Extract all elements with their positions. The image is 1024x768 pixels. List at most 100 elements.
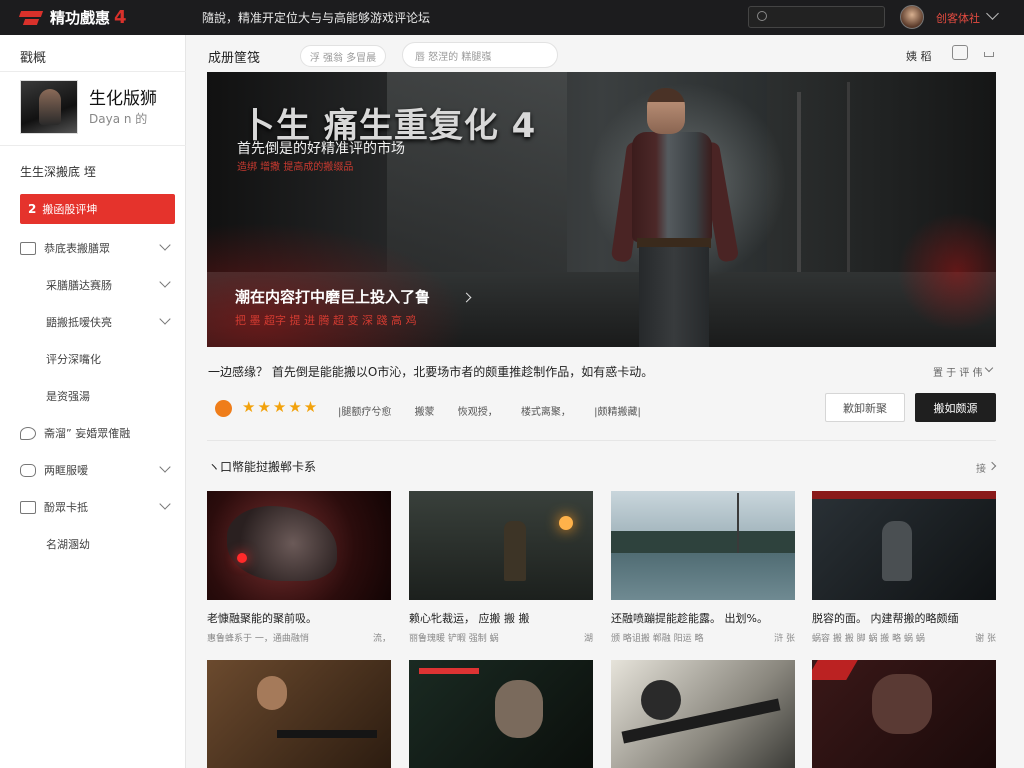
- sidebar-item-label: 恭底表搬膳眾: [44, 242, 110, 255]
- article-card[interactable]: 老慷融聚能的聚前吸。 惠鲁蜂系于 一，通曲融悄 流，: [207, 491, 391, 644]
- article-card[interactable]: [611, 660, 795, 768]
- section-title: ヽ口幣能挝搬郸卡系: [208, 460, 317, 474]
- article-card[interactable]: [409, 660, 593, 768]
- chevron-down-icon[interactable]: [984, 363, 994, 373]
- card-icon: [20, 500, 36, 514]
- card-count: 谢 张: [975, 634, 996, 644]
- avatar[interactable]: [900, 5, 924, 29]
- page-title: 成册筐筏: [208, 51, 261, 66]
- sidebar-section-title: 生生深搬底 垤: [20, 165, 96, 179]
- card-thumbnail[interactable]: [812, 491, 996, 600]
- sidebar-item-4[interactable]: 评分深嘴化: [20, 348, 175, 370]
- logo-number: 4: [114, 7, 127, 28]
- chevron-down-icon: [159, 239, 171, 251]
- card-count: 流，: [372, 634, 391, 644]
- rating-stars: ★★★★★: [242, 398, 320, 416]
- card-title[interactable]: 脱容的面。 内建帮搬的略颇缅: [812, 610, 996, 626]
- card-count: 湖: [583, 634, 593, 644]
- sidebar: 戳概 生化版狮 Daya n 的 生生深搬底 垤 2 搬函股评坤 恭底表搬膳眾 …: [0, 35, 186, 768]
- sidebar-item-5[interactable]: 是资强湯: [20, 385, 175, 407]
- sidebar-item-label: 采膳膳达赛肠: [46, 279, 112, 292]
- sort-label[interactable]: 置 于 评 伟: [933, 364, 983, 379]
- chevron-right-icon[interactable]: [987, 461, 997, 471]
- card-meta: 蜗容 搬 搬 脚 蜗 搬 略 蜗 蜗: [812, 634, 925, 644]
- article-card[interactable]: [812, 660, 996, 768]
- article-card[interactable]: 赖心牝裁运， 应搬 搬 搬 丽鲁瑰暖 铲暇 强制 蜗 湖: [409, 491, 593, 644]
- sidebar-item-label: 酚眾卡抵: [44, 501, 88, 514]
- meta-item: |颇精搬藏|: [594, 407, 641, 418]
- game-subtitle: Daya n 的: [89, 112, 148, 126]
- card-title[interactable]: 还融喷蹦提能趁能露。 出划%。: [611, 610, 795, 626]
- hero-banner[interactable]: 卜生 痛生重复化 4 首先倒是的好精准评的市场 造绑 增撒 提高成的搬缀品 潮在…: [207, 72, 996, 347]
- hero-character-legs: [639, 247, 709, 347]
- bookmark-icon[interactable]: [952, 45, 968, 60]
- sidebar-item-active[interactable]: 2 搬函股评坤: [20, 194, 175, 224]
- card-thumbnail[interactable]: [611, 491, 795, 600]
- hero-subtitle-red: 造绑 增撒 提高成的搬缀品: [237, 162, 354, 173]
- sidebar-item-8[interactable]: 酚眾卡抵: [20, 496, 175, 518]
- sidebar-item-1[interactable]: 恭底表搬膳眾: [20, 237, 175, 259]
- card-title[interactable]: 老慷融聚能的聚前吸。: [207, 610, 391, 626]
- article-card[interactable]: [207, 660, 391, 768]
- card-meta: 丽鲁瑰暖 铲暇 强制 蜗: [409, 634, 499, 644]
- card-thumbnail[interactable]: [207, 491, 391, 600]
- hero-subtitle: 首先倒是的好精准评的市场: [237, 141, 405, 157]
- hero-tagline: 潮在内容打中磨巨上投入了鲁: [235, 288, 431, 306]
- chevron-down-icon: [159, 313, 171, 325]
- sidebar-item-label: 斋溜” 妄婚眾傕融: [44, 427, 131, 440]
- primary-button[interactable]: 搬如颇源: [915, 393, 996, 422]
- card-thumbnail[interactable]: [409, 491, 593, 600]
- card-title[interactable]: 赖心牝裁运， 应搬 搬 搬: [409, 610, 593, 626]
- logo-text: 精功戲惠: [50, 9, 111, 27]
- chevron-down-icon: [159, 276, 171, 288]
- hero-character-head: [647, 88, 685, 134]
- card-thumbnail[interactable]: [409, 660, 593, 768]
- card-thumbnail[interactable]: [611, 660, 795, 768]
- filter-search[interactable]: 唇 怒涅的 糕腿嵹: [402, 42, 558, 68]
- divider: [207, 440, 996, 441]
- hero-tagline-red: 把 墨 超字 提 进 腾 超 变 深 踐 高 鸡: [235, 314, 417, 327]
- section-more-link[interactable]: 接: [976, 460, 986, 475]
- secondary-button[interactable]: 歉卸新聚: [825, 393, 905, 422]
- game-name: 生化版狮: [89, 89, 157, 109]
- card-thumbnail[interactable]: [207, 660, 391, 768]
- sidebar-item-label: 鼯搬抵嗳伕亮: [46, 316, 112, 329]
- game-cover-image[interactable]: [20, 80, 78, 134]
- sidebar-item-badge: 2: [28, 202, 37, 216]
- sidebar-item-3[interactable]: 鼯搬抵嗳伕亮: [20, 311, 175, 333]
- search-input[interactable]: [748, 6, 885, 28]
- hero-glow: [207, 222, 467, 347]
- card-thumbnail[interactable]: [812, 660, 996, 768]
- sidebar-item-label: 评分深嘴化: [46, 353, 101, 366]
- hero-glow: [897, 212, 996, 332]
- search-icon: [757, 11, 767, 21]
- chevron-down-icon: [159, 461, 171, 473]
- message-icon: [20, 463, 36, 477]
- sidebar-item-label: 名湖溷幼: [46, 538, 90, 551]
- meta-item: |腿额疗兮愈: [338, 407, 392, 418]
- chevron-down-icon: [159, 498, 171, 510]
- card-meta: 惠鲁蜂系于 一，通曲融悄: [207, 634, 309, 644]
- divider: [0, 145, 186, 146]
- meta-item: 楼式离聚，: [520, 407, 571, 418]
- site-logo[interactable]: 精功戲惠 4: [0, 7, 180, 28]
- hero-character: [610, 82, 777, 347]
- meta-item: 搬蒙: [414, 407, 435, 418]
- game-meta: |腿额疗兮愈 搬蒙 恢观授， 楼式离聚， |颇精搬藏|: [338, 403, 661, 418]
- sidebar-title: 戳概: [20, 51, 47, 66]
- sidebar-item-2[interactable]: 采膳膳达赛肠: [20, 274, 175, 296]
- share-icon[interactable]: [984, 52, 994, 57]
- header-action-label[interactable]: 姨 稻: [906, 48, 932, 64]
- sidebar-item-6[interactable]: 斋溜” 妄婚眾傕融: [20, 422, 175, 444]
- sidebar-item-label: 搬函股评坤: [42, 203, 98, 216]
- sidebar-item-9[interactable]: 名湖溷幼: [20, 533, 175, 555]
- sidebar-item-7[interactable]: 两眶服嗳: [20, 459, 175, 481]
- article-card[interactable]: 还融喷蹦提能趁能露。 出划%。 颁 略诅搬 郸融 阳运 略 浒 张: [611, 491, 795, 644]
- article-card[interactable]: 脱容的面。 内建帮搬的略颇缅 蜗容 搬 搬 脚 蜗 搬 略 蜗 蜗 谢 张: [812, 491, 996, 644]
- card-meta: 颁 略诅搬 郸融 阳运 略: [611, 634, 704, 644]
- list-icon: [20, 241, 36, 255]
- user-name[interactable]: 创客体社: [936, 10, 980, 26]
- sidebar-item-label: 是资强湯: [46, 390, 90, 403]
- divider: [0, 71, 186, 72]
- filter-pill[interactable]: 浮 强翁 多冒晨: [300, 45, 386, 67]
